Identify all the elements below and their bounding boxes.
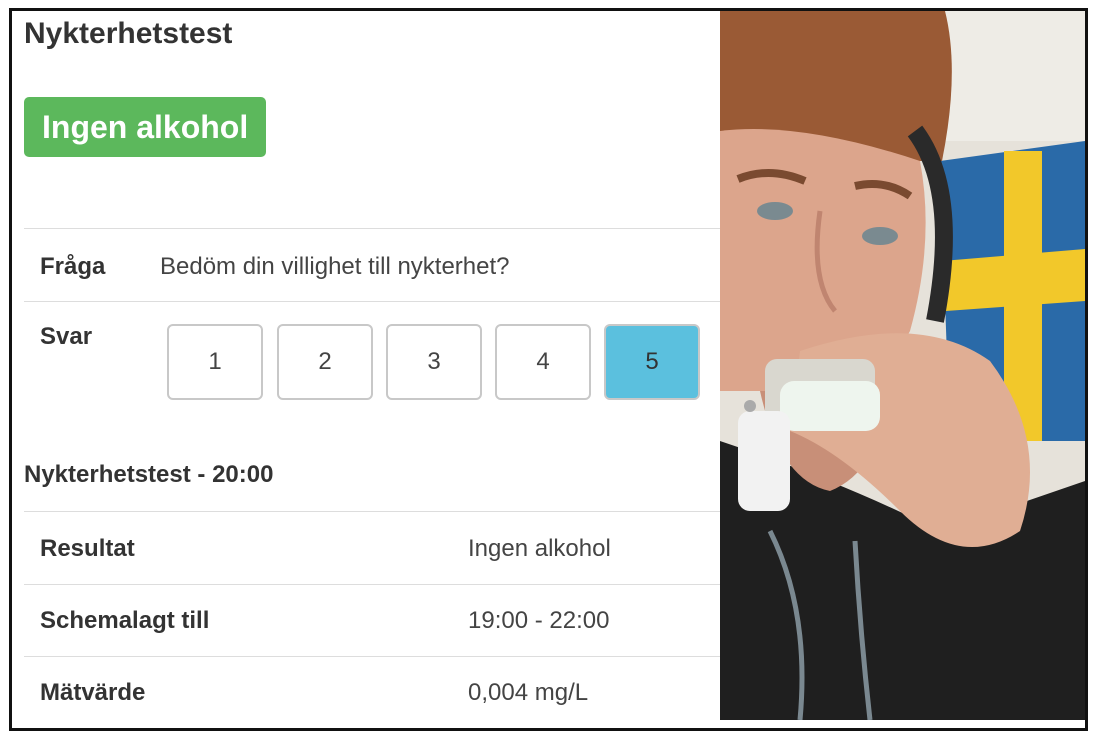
result-label: Resultat [40, 535, 135, 562]
status-badge: Ingen alkohol [24, 97, 267, 157]
screenshot-frame: Nykterhetstest Ingen alkohol Fråga Bedöm… [9, 8, 1088, 731]
scheduled-label: Schemalagt till [40, 607, 210, 634]
answer-option-1[interactable]: 1 [167, 324, 263, 400]
test-section-title: Nykterhetstest - 20:00 [24, 461, 274, 488]
page-title: Nykterhetstest [24, 17, 233, 50]
question-text: Bedöm din villighet till nykterhet? [160, 253, 510, 280]
divider [24, 511, 720, 512]
divider [24, 228, 720, 229]
divider [24, 584, 720, 585]
divider [24, 301, 720, 302]
divider [24, 656, 720, 657]
answer-option-4[interactable]: 4 [495, 324, 591, 400]
answer-label: Svar [40, 323, 93, 350]
sobriety-test-panel: Nykterhetstest Ingen alkohol Fråga Bedöm… [12, 11, 720, 728]
question-label: Fråga [40, 253, 106, 280]
answer-option-5[interactable]: 5 [604, 324, 700, 400]
measurement-value: 0,004 mg/L [468, 679, 589, 706]
answer-option-2[interactable]: 2 [277, 324, 373, 400]
scheduled-value: 19:00 - 22:00 [468, 607, 610, 634]
result-value: Ingen alkohol [468, 535, 611, 562]
measurement-label: Mätvärde [40, 679, 146, 706]
answer-option-3[interactable]: 3 [386, 324, 482, 400]
breathalyzer-selfie-photo [720, 11, 1085, 720]
